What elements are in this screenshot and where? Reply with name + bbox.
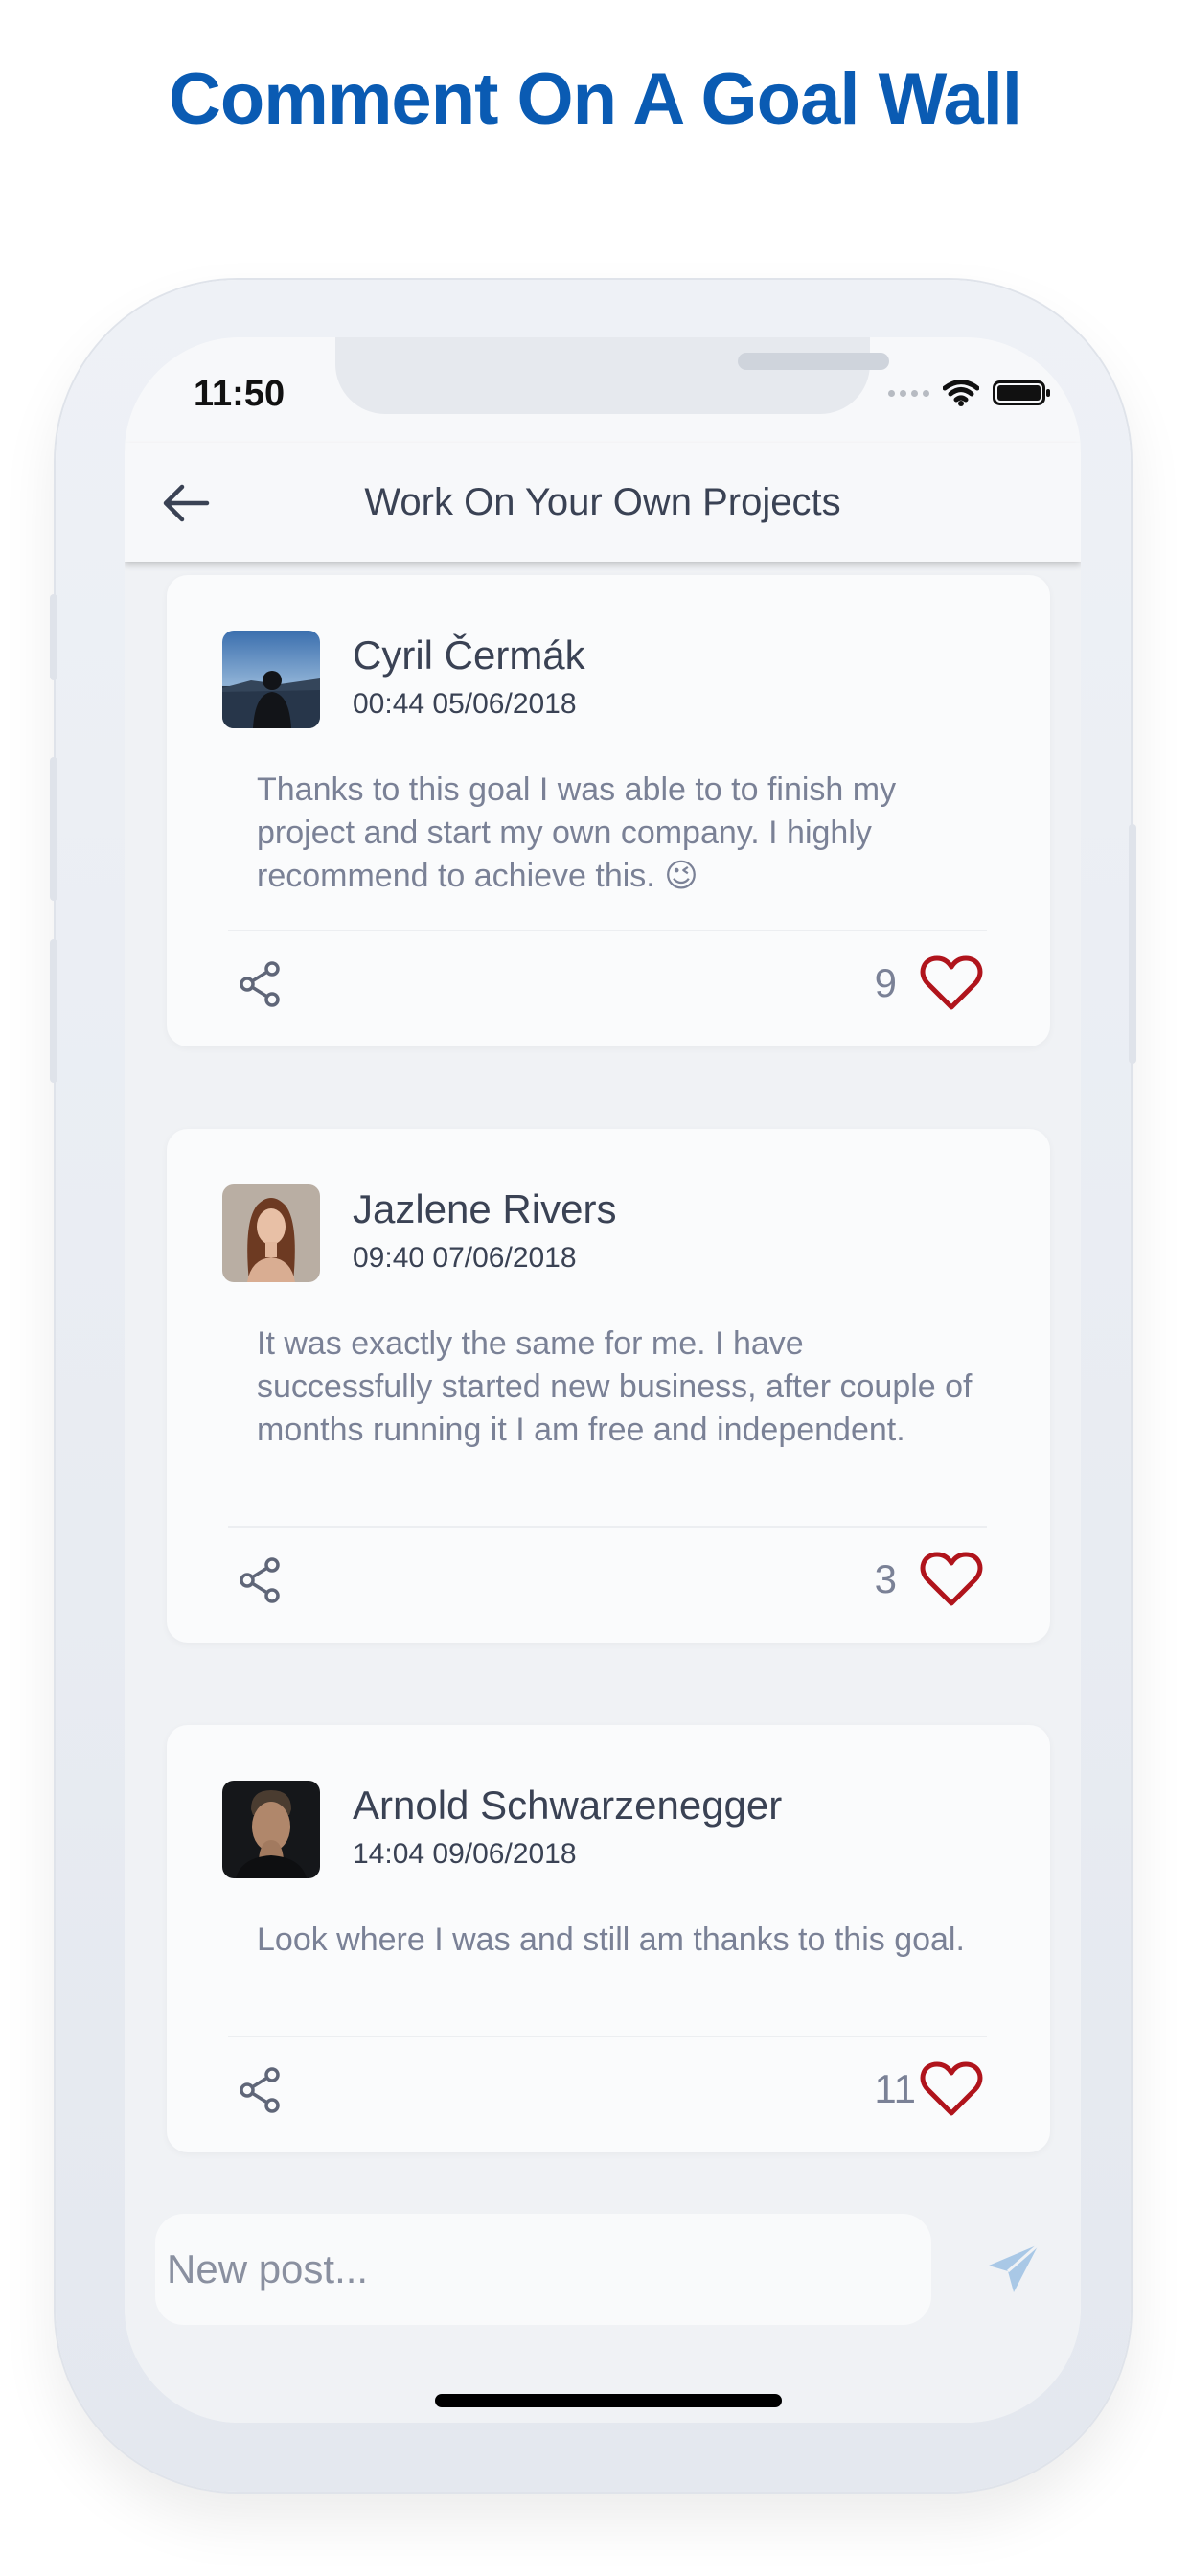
battery-icon [993,380,1050,405]
comment-text: It was exactly the same for me. I have s… [257,1325,973,1448]
share-icon[interactable] [238,960,284,1008]
post-timestamp: 09:40 07/06/2018 [353,1242,577,1274]
heart-icon[interactable] [920,2060,983,2118]
signal-icon [888,389,929,397]
status-bar: 11:50 [125,337,1081,443]
avatar[interactable] [222,1184,320,1282]
promo-headline: Comment On A Goal Wall [168,58,1022,140]
share-icon[interactable] [238,1556,284,1604]
avatar[interactable] [222,1781,320,1878]
new-post-input[interactable] [155,2214,931,2325]
card-divider [228,930,987,932]
card-divider [228,2036,987,2037]
phone-side-button [50,757,57,901]
author-name[interactable]: Arnold Schwarzenegger [353,1782,782,1828]
comment-text: Look where I was and still am thanks to … [257,1921,965,1958]
comment-text: Thanks to this goal I was able to to fin… [257,771,897,894]
home-indicator[interactable] [435,2394,782,2407]
avatar[interactable] [222,631,320,728]
comment-card: Arnold Schwarzenegger 14:04 09/06/2018 L… [167,1725,1050,2152]
like-count: 11 [874,2066,916,2111]
post-timestamp: 00:44 05/06/2018 [353,688,577,720]
phone-power-button [1129,824,1136,1064]
phone-screen: 11:50 Work On Your Own Projects Cyril Če… [125,337,1081,2423]
comment-card: Jazlene Rivers 09:40 07/06/2018 It was e… [167,1129,1050,1643]
page-title: Work On Your Own Projects [364,481,841,523]
app-header: Work On Your Own Projects [125,443,1081,562]
composer-bar [125,2200,1081,2423]
author-name[interactable]: Cyril Čermák [353,632,585,678]
post-timestamp: 14:04 09/06/2018 [353,1838,577,1870]
send-icon[interactable] [985,2241,1042,2298]
heart-icon[interactable] [920,954,983,1012]
card-divider [228,1526,987,1528]
share-icon[interactable] [238,2066,284,2114]
speaker-grille [738,353,889,370]
phone-side-button [50,594,57,680]
app-promo-page: Comment On A Goal Wall 11:50 Work On You… [0,0,1190,2576]
phone-side-button [50,939,57,1083]
like-count: 9 [874,960,897,1005]
status-icons [888,380,1052,406]
author-name[interactable]: Jazlene Rivers [353,1186,616,1232]
phone-notch [335,337,889,414]
comment-feed[interactable]: Cyril Čermák 00:44 05/06/2018 Thanks to … [125,562,1081,2200]
wifi-icon [943,380,979,406]
like-count: 3 [874,1556,897,1601]
comment-card: Cyril Čermák 00:44 05/06/2018 Thanks to … [167,575,1050,1046]
heart-icon[interactable] [920,1551,983,1608]
status-time: 11:50 [194,374,286,414]
